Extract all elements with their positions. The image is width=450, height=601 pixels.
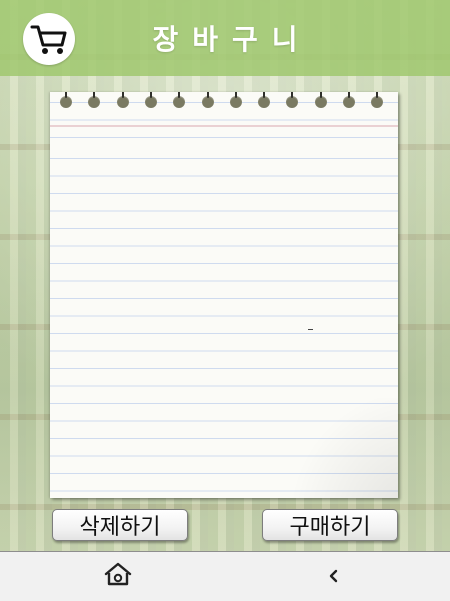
notebook-lines bbox=[50, 92, 398, 498]
spiral-ring-icon bbox=[343, 92, 355, 108]
chevron-left-icon bbox=[329, 569, 338, 583]
list-mark bbox=[308, 329, 313, 330]
page-title: 장바구니 bbox=[152, 23, 312, 56]
spiral-ring-icon bbox=[229, 92, 242, 108]
bottom-navigation-bar bbox=[0, 551, 450, 601]
spiral-rings bbox=[60, 92, 390, 114]
back-button[interactable] bbox=[325, 563, 343, 589]
home-icon bbox=[104, 562, 132, 586]
spiral-ring-icon bbox=[286, 92, 299, 108]
spiral-ring-icon bbox=[173, 92, 186, 108]
buy-button[interactable]: 구매하기 bbox=[262, 509, 398, 541]
home-button[interactable] bbox=[103, 561, 133, 587]
header: 장바구니 bbox=[0, 0, 450, 76]
spiral-ring-icon bbox=[116, 92, 129, 108]
delete-button[interactable]: 삭제하기 bbox=[52, 509, 188, 541]
cart-list-notebook[interactable] bbox=[50, 92, 398, 498]
spiral-ring-icon bbox=[60, 92, 72, 108]
spiral-ring-icon bbox=[88, 92, 101, 108]
spiral-ring-icon bbox=[201, 92, 214, 108]
spiral-ring-icon bbox=[144, 92, 157, 108]
spiral-ring-icon bbox=[258, 92, 271, 108]
spiral-ring-icon bbox=[314, 92, 327, 108]
spiral-ring-icon bbox=[371, 92, 384, 108]
